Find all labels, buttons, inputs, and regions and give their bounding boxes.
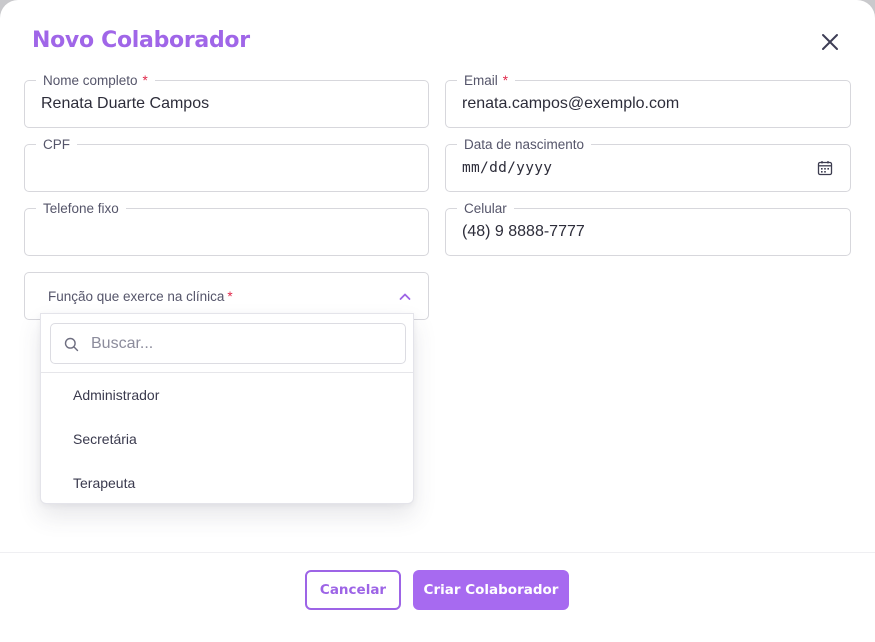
- calendar-icon[interactable]: [817, 160, 833, 176]
- mobile-field[interactable]: Celular (48) 9 8888-7777: [445, 201, 851, 256]
- email-value: renata.campos@exemplo.com: [462, 95, 680, 112]
- footer-divider: [0, 552, 875, 553]
- close-icon: [822, 34, 838, 50]
- email-label: Email: [464, 73, 498, 88]
- cpf-label: CPF: [36, 137, 77, 153]
- chevron-up-icon: [399, 293, 411, 300]
- birth-date-label: Data de nascimento: [457, 137, 592, 153]
- role-option-label: Administrador: [73, 387, 160, 403]
- create-collaborator-button[interactable]: Criar Colaborador: [413, 570, 569, 610]
- modal-title: Novo Colaborador: [32, 28, 250, 53]
- new-collaborator-modal: Novo Colaborador Nome completo * Renata D…: [0, 0, 875, 642]
- role-label: Função que exerce na clínica: [48, 289, 225, 304]
- mobile-value: (48) 9 8888-7777: [462, 223, 585, 240]
- role-option-label: Secretária: [73, 431, 137, 447]
- full-name-value: Renata Duarte Campos: [41, 95, 210, 112]
- required-marker: *: [502, 73, 509, 88]
- mobile-label: Celular: [457, 201, 514, 217]
- role-option-administrador[interactable]: Administrador: [41, 373, 413, 417]
- full-name-field[interactable]: Nome completo * Renata Duarte Campos: [24, 73, 429, 128]
- landline-label: Telefone fixo: [36, 201, 126, 217]
- landline-field[interactable]: Telefone fixo: [24, 201, 429, 256]
- birth-date-value: mm/dd/yyyy: [462, 160, 553, 176]
- close-button[interactable]: [818, 30, 842, 54]
- birth-date-field[interactable]: Data de nascimento mm/dd/yyyy: [445, 137, 851, 192]
- role-option-secretaria[interactable]: Secretária: [41, 417, 413, 461]
- required-marker: *: [227, 289, 233, 304]
- cancel-button[interactable]: Cancelar: [305, 570, 401, 610]
- full-name-label: Nome completo: [43, 73, 138, 88]
- role-option-label: Terapeuta: [73, 475, 136, 491]
- required-marker: *: [142, 73, 148, 88]
- role-dropdown: Administrador Secretária Terapeuta: [40, 313, 414, 504]
- email-field[interactable]: Email * renata.campos@exemplo.com: [445, 73, 851, 128]
- role-search-input[interactable]: [91, 332, 391, 356]
- cpf-field[interactable]: CPF: [24, 137, 429, 192]
- role-search-box[interactable]: [50, 323, 406, 364]
- role-option-terapeuta[interactable]: Terapeuta: [41, 461, 413, 505]
- search-icon: [64, 337, 79, 352]
